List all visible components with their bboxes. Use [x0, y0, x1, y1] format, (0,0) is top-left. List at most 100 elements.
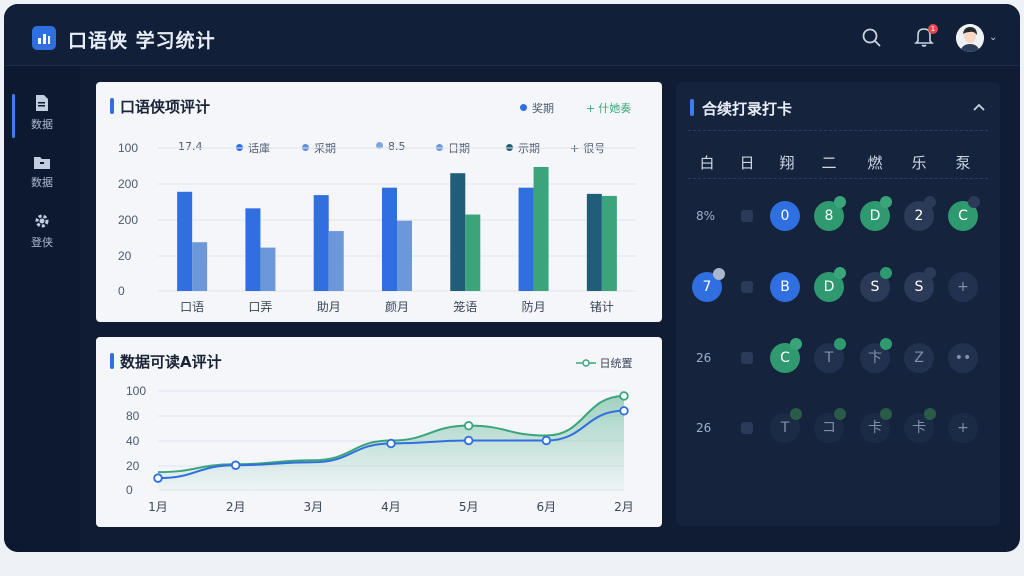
status-pip	[924, 408, 936, 420]
weekday-label: 白	[699, 154, 715, 172]
sidebar: 数据 数据 登侠	[4, 66, 80, 552]
x-tick-label: 口语	[180, 300, 204, 314]
data-point	[386, 438, 396, 449]
checkin-day[interactable]: +	[948, 272, 978, 302]
weekday-label: 燃	[867, 154, 883, 172]
bar	[518, 187, 534, 291]
notification-badge: 1	[928, 24, 938, 34]
x-tick-label: 5月	[459, 500, 479, 514]
status-pip	[924, 196, 936, 208]
weekday-label: 日	[739, 154, 755, 172]
bar-chart-card: 口语侠项评计 奖期 + 什她奏 17.4 话庫 采期 8.5 日期 示期 + 很号 100 200…	[96, 82, 662, 322]
status-pip	[713, 268, 725, 280]
checkin-empty[interactable]	[741, 352, 753, 364]
x-tick-label: 助月	[317, 300, 341, 314]
bar	[450, 173, 466, 291]
avatar[interactable]	[956, 24, 984, 52]
x-tick-label: 4月	[381, 500, 401, 514]
sidebar-item-data[interactable]: 数据	[4, 94, 80, 150]
checkin-empty[interactable]	[741, 422, 753, 434]
y-tick-label: 20	[118, 249, 132, 263]
x-tick-label: 笼语	[453, 299, 477, 314]
data-point	[463, 435, 474, 446]
status-pip	[834, 408, 846, 420]
checkin-empty[interactable]	[741, 281, 753, 293]
checkin-calendar-card: 合续打录打卡 白日翔二燃乐泵 8% 0 8 D 2 C 7 B D S S +26 C T 卞 Z •• 26 T コ卡…	[676, 82, 1000, 526]
row-label: 8%	[696, 209, 716, 223]
bar	[586, 193, 602, 291]
bar	[382, 187, 397, 291]
y-tick-label: 0	[126, 483, 133, 497]
calendar-title: 合续打录打卡	[690, 98, 792, 119]
bar	[192, 242, 208, 291]
x-tick-label: 防月	[522, 299, 546, 314]
x-tick-label: 口弄	[248, 300, 272, 314]
y-tick-label: 200	[118, 177, 138, 191]
sidebar-item-data-2[interactable]: 数据	[4, 154, 80, 210]
y-tick-label: 100	[126, 384, 146, 398]
status-pip	[834, 267, 846, 279]
sidebar-item-label: 登侠	[31, 236, 53, 249]
status-pip	[880, 267, 892, 279]
gear-icon	[35, 214, 49, 228]
x-tick-label: 3月	[304, 500, 324, 514]
line-chart: 100 80 40 20 0 1月 2月 3月 4月 5月 6月 2月	[126, 384, 634, 514]
status-pip	[924, 267, 936, 279]
x-tick-label: 颜月	[385, 299, 409, 314]
sidebar-item-label: 数据	[31, 118, 53, 131]
bar	[260, 247, 276, 291]
data-point	[230, 460, 241, 470]
status-pip	[790, 408, 802, 420]
bar	[328, 231, 344, 291]
line-chart-card: 数据可读A评计 日统置 100 80 40 20 0 1月 2月 3月 4月 5月 6月 2月	[96, 337, 662, 527]
sidebar-item-label: 数据	[31, 176, 53, 189]
document-icon	[36, 95, 48, 111]
bar-chart: 100200200200口语 口弄 助月 颜月 笼语 防月 锗计	[118, 141, 636, 314]
status-pip	[880, 196, 892, 208]
folder-icon	[34, 157, 50, 169]
bar	[177, 191, 193, 291]
data-point	[619, 406, 629, 416]
status-pip	[968, 196, 980, 208]
weekday-label: 翔	[779, 154, 795, 172]
checkin-day[interactable]: Z	[904, 343, 934, 373]
weekday-label: 二	[821, 154, 837, 172]
x-tick-label: 2月	[226, 500, 246, 514]
app-title: 口语侠 学习统计	[68, 30, 216, 52]
chevron-down-icon[interactable]: ⌄	[989, 32, 997, 43]
status-pip	[834, 196, 846, 208]
chevron-up-icon[interactable]	[972, 100, 986, 116]
x-tick-label: 6月	[537, 500, 557, 514]
app-window: 口语侠 学习统计 1 ⌄ 数据 数据 登侠 口语侠项评计 奖期 +什她奏 17	[4, 4, 1020, 552]
row-label: 26	[696, 421, 712, 435]
checkin-day[interactable]: B	[770, 272, 800, 302]
status-pip	[834, 338, 846, 350]
weekday-label: 乐	[911, 154, 927, 172]
row-label: 26	[696, 351, 712, 365]
y-tick-label: 200	[118, 213, 138, 227]
checkin-day[interactable]: +	[948, 413, 978, 443]
weekday-label: 泵	[955, 154, 971, 172]
checkin-day[interactable]: 0	[770, 201, 800, 231]
y-tick-label: 20	[126, 459, 140, 473]
checkin-day[interactable]: ••	[948, 343, 978, 373]
search-icon[interactable]	[862, 28, 882, 52]
data-point	[463, 420, 474, 431]
x-tick-label: 2月	[614, 500, 634, 514]
logo-icon	[32, 26, 56, 50]
bar	[245, 208, 261, 291]
y-tick-label: 0	[118, 284, 125, 298]
x-tick-label: 锗计	[590, 299, 614, 314]
status-pip	[790, 338, 802, 350]
data-point	[153, 473, 163, 483]
data-point	[619, 391, 629, 401]
top-bar: 口语侠 学习统计 1 ⌄	[4, 4, 1020, 66]
bar	[397, 220, 412, 291]
status-pip	[880, 408, 892, 420]
sidebar-item-settings[interactable]: 登侠	[4, 212, 80, 268]
x-tick-label: 1月	[148, 500, 168, 514]
bar	[313, 195, 329, 291]
checkin-empty[interactable]	[741, 210, 753, 222]
bar	[465, 214, 481, 291]
y-tick-label: 100	[118, 141, 138, 155]
